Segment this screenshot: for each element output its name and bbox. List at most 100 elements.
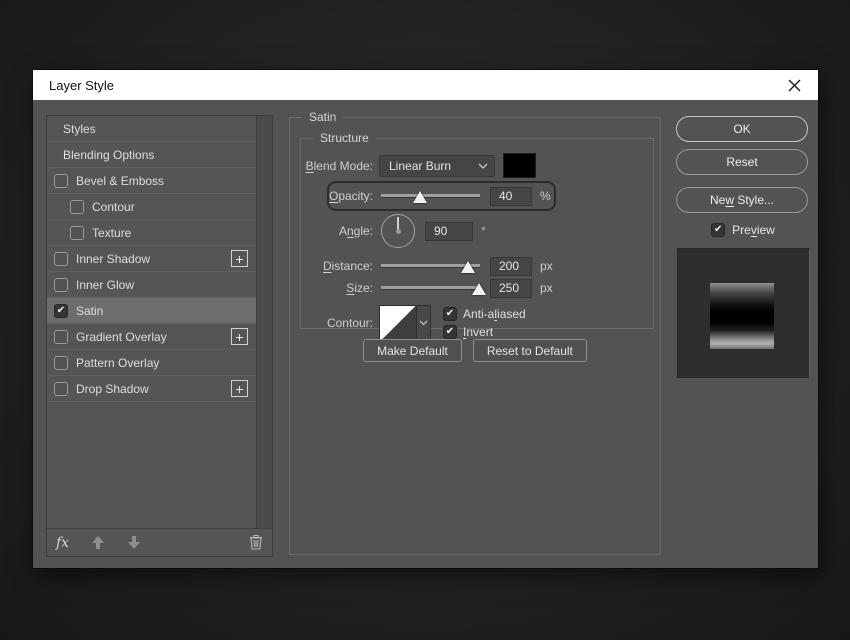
sidebar-item-drop-shadow[interactable]: Drop Shadow (47, 376, 256, 402)
contour-options: Anti-aliased Invert (443, 307, 526, 339)
sidebar-item-pattern-overlay[interactable]: Pattern Overlay (47, 350, 256, 376)
effect-checkbox[interactable] (54, 304, 68, 318)
preview-option[interactable]: Preview (675, 223, 811, 237)
sidebar-item-bevel-emboss[interactable]: Bevel & Emboss (47, 168, 256, 194)
new-style-button[interactable]: New Style... (676, 187, 808, 213)
sidebar-item-satin[interactable]: Satin (47, 298, 256, 324)
blend-mode-row: Blend Mode: Linear Burn (301, 153, 653, 178)
move-effect-down-button[interactable] (127, 535, 141, 551)
styles-list-scrollbar[interactable] (256, 116, 272, 528)
sidebar-item-label: Bevel & Emboss (76, 174, 164, 188)
contour-dropdown-button[interactable] (416, 306, 430, 341)
sidebar-item-label: Styles (63, 122, 96, 136)
sidebar-item-label: Pattern Overlay (76, 356, 159, 370)
slider-thumb[interactable] (461, 261, 475, 273)
ok-button[interactable]: OK (676, 116, 808, 142)
contour-row: Contour: Anti-aliased (301, 303, 653, 343)
add-effect-instance-button[interactable] (231, 250, 248, 267)
delete-effect-button[interactable] (249, 534, 263, 551)
chevron-down-icon (478, 163, 488, 169)
sidebar-item-label: Gradient Overlay (76, 330, 167, 344)
blend-mode-value: Linear Burn (389, 159, 478, 173)
add-effect-instance-button[interactable] (231, 380, 248, 397)
contour-thumbnail[interactable] (380, 306, 416, 341)
effect-checkbox[interactable] (54, 252, 68, 266)
angle-input[interactable]: 90 (425, 222, 473, 241)
invert-label: Invert (463, 325, 493, 339)
sidebar-item-styles[interactable]: Styles (47, 116, 256, 142)
angle-unit: ° (481, 224, 486, 238)
effect-preview-thumbnail (677, 248, 810, 378)
sidebar-item-blending-options[interactable]: Blending Options (47, 142, 256, 168)
anti-aliased-option[interactable]: Anti-aliased (443, 307, 526, 321)
styles-list-panel: Styles Blending Options Bevel & Emboss C… (46, 115, 273, 557)
slider-thumb[interactable] (413, 191, 427, 203)
preview-label: Preview (732, 223, 775, 237)
add-effect-instance-button[interactable] (231, 328, 248, 345)
slider-track (381, 286, 480, 289)
size-input[interactable]: 250 (490, 279, 532, 298)
satin-settings-panel: Satin Structure Blend Mode: Linear Burn … (289, 117, 661, 555)
angle-label: Angle: (301, 224, 373, 238)
sidebar-item-label: Inner Shadow (76, 252, 150, 266)
blend-mode-label: Blend Mode: (301, 159, 373, 173)
sidebar-item-inner-glow[interactable]: Inner Glow (47, 272, 256, 298)
structure-group: Structure Blend Mode: Linear Burn Opacit… (300, 138, 654, 329)
close-button[interactable] (780, 73, 808, 97)
effect-checkbox[interactable] (54, 278, 68, 292)
effect-checkbox[interactable] (70, 226, 84, 240)
distance-label: Distance: (301, 259, 373, 273)
invert-checkbox[interactable] (443, 325, 457, 339)
styles-list-toolbar: fx (47, 528, 272, 556)
size-unit: px (540, 281, 553, 295)
opacity-unit: % (540, 189, 551, 203)
make-default-button[interactable]: Make Default (363, 339, 462, 362)
size-slider[interactable] (379, 278, 482, 298)
slider-track (381, 194, 480, 197)
sidebar-item-texture[interactable]: Texture (47, 220, 256, 246)
reset-to-default-button[interactable]: Reset to Default (473, 339, 587, 362)
effect-checkbox[interactable] (54, 174, 68, 188)
distance-slider[interactable] (379, 256, 482, 276)
invert-option[interactable]: Invert (443, 325, 526, 339)
preview-checkbox[interactable] (711, 223, 725, 237)
dialog-title: Layer Style (49, 78, 780, 93)
sidebar-item-inner-shadow[interactable]: Inner Shadow (47, 246, 256, 272)
opacity-slider[interactable] (379, 186, 482, 206)
satin-color-swatch[interactable] (503, 153, 536, 178)
sidebar-item-gradient-overlay[interactable]: Gradient Overlay (47, 324, 256, 350)
sidebar-item-label: Texture (92, 226, 131, 240)
angle-row: Angle: 90 ° (301, 212, 653, 250)
distance-row: Distance: 200 px (301, 256, 653, 276)
contour-picker[interactable] (379, 305, 431, 342)
reset-button[interactable]: Reset (676, 149, 808, 175)
blend-mode-select[interactable]: Linear Burn (379, 155, 495, 177)
anti-aliased-checkbox[interactable] (443, 307, 457, 321)
sidebar-item-label: Contour (92, 200, 135, 214)
panel-legend: Satin (302, 110, 343, 124)
effect-checkbox[interactable] (54, 330, 68, 344)
effect-checkbox[interactable] (54, 356, 68, 370)
effect-checkbox[interactable] (70, 200, 84, 214)
sidebar-item-label: Blending Options (63, 148, 154, 162)
distance-input[interactable]: 200 (490, 257, 532, 276)
sidebar-item-label: Drop Shadow (76, 382, 149, 396)
size-label: Size: (301, 281, 373, 295)
slider-thumb[interactable] (472, 283, 486, 295)
defaults-button-row: Make Default Reset to Default (290, 339, 660, 362)
chevron-down-icon (419, 320, 428, 326)
move-effect-up-button[interactable] (91, 535, 105, 551)
arrow-down-icon (127, 535, 141, 550)
close-icon (788, 79, 801, 92)
angle-dial[interactable] (381, 214, 415, 248)
sidebar-item-label: Satin (76, 304, 103, 318)
dialog-actions: OK Reset New Style... Preview (675, 114, 811, 378)
opacity-input[interactable]: 40 (490, 187, 532, 206)
arrow-up-icon (91, 535, 105, 550)
structure-legend: Structure (313, 131, 376, 145)
contour-label: Contour: (301, 316, 373, 330)
effect-checkbox[interactable] (54, 382, 68, 396)
fx-menu-icon[interactable]: fx (56, 535, 69, 551)
styles-list: Styles Blending Options Bevel & Emboss C… (47, 116, 256, 528)
sidebar-item-contour[interactable]: Contour (47, 194, 256, 220)
